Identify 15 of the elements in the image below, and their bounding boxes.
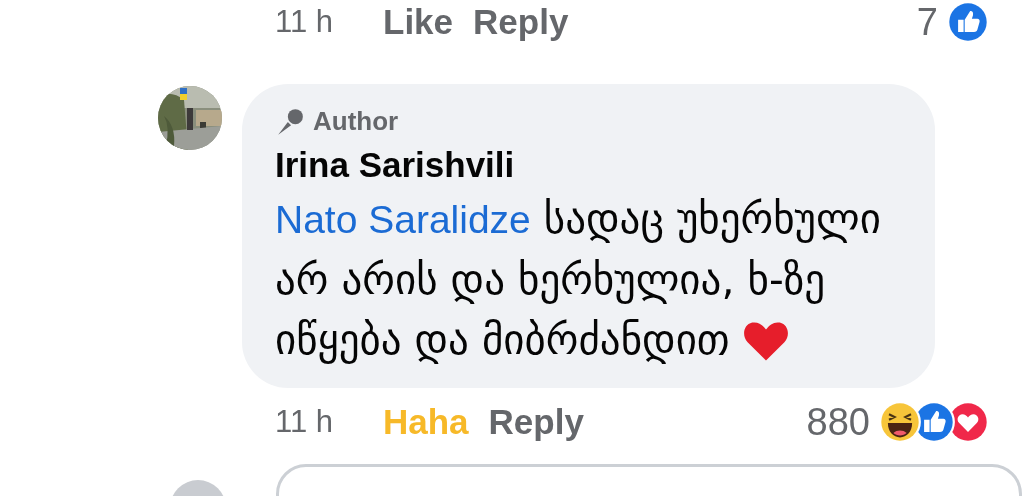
comment-time: 11 h [275, 4, 335, 40]
author-label: Author [313, 106, 399, 137]
comment-time: 11 h [275, 404, 335, 440]
reply-button[interactable]: Reply [473, 2, 569, 42]
reaction-count: 7 [916, 0, 938, 44]
like-icon [946, 0, 990, 44]
comment-text: Nato Saralidze სადაც უხერხული არ არის და ხერხულია, ხ-ზე იწყება და მიბრძანდით [275, 194, 882, 366]
author-name[interactable]: Irina Sarishvili [275, 145, 905, 185]
laughing-face-icon [878, 400, 922, 444]
reaction-count: 880 [806, 400, 870, 444]
reaction-button[interactable]: Like [383, 2, 454, 42]
reply-button[interactable]: Reply [488, 402, 584, 442]
microphone-icon [275, 106, 305, 137]
mention-link[interactable]: Nato Saralidze [275, 198, 531, 241]
heart-icon [742, 320, 789, 362]
